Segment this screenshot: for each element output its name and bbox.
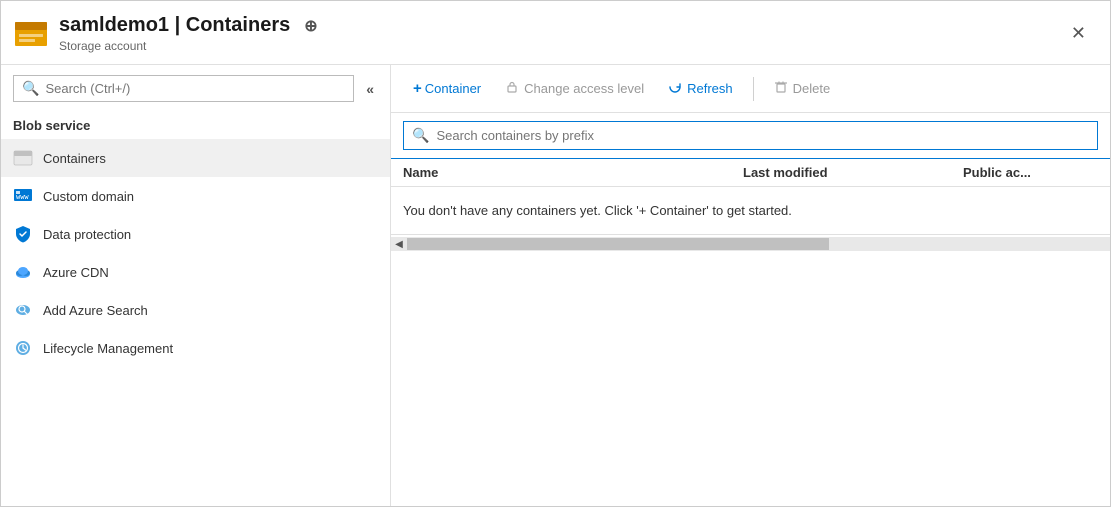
close-button[interactable]: ✕ <box>1063 19 1094 48</box>
sidebar-item-data-protection[interactable]: Data protection <box>1 215 390 253</box>
sidebar-item-azure-cdn[interactable]: Azure CDN <box>1 253 390 291</box>
table-header: Name Last modified Public ac... <box>391 159 1110 187</box>
right-panel: + Container Change access level <box>391 65 1110 506</box>
sidebar-item-add-azure-search-label: Add Azure Search <box>43 303 148 318</box>
sidebar-collapse-button[interactable]: « <box>360 77 380 101</box>
sidebar-item-add-azure-search[interactable]: Add Azure Search <box>1 291 390 329</box>
toolbar: + Container Change access level <box>391 65 1110 113</box>
refresh-icon <box>668 80 682 97</box>
account-name: samldemo1 | Containers <box>59 14 290 37</box>
content-search-icon: 🔍 <box>412 127 429 144</box>
main-window: samldemo1 | Containers ⊕ Storage account… <box>0 0 1111 507</box>
column-access-header: Public ac... <box>963 165 1031 180</box>
column-name-header: Name <box>403 165 743 180</box>
change-access-label: Change access level <box>524 81 644 96</box>
gear-clock-icon <box>13 338 33 358</box>
empty-state: You don't have any containers yet. Click… <box>391 187 1110 234</box>
change-access-button[interactable]: Change access level <box>495 75 654 102</box>
content-search-box[interactable]: 🔍 <box>403 121 1098 150</box>
lock-icon <box>505 80 519 97</box>
sidebar-search-box[interactable]: 🔍 <box>13 75 354 102</box>
sidebar-item-azure-cdn-label: Azure CDN <box>43 265 109 280</box>
scroll-thumb[interactable] <box>407 238 829 250</box>
scroll-track[interactable] <box>407 237 1110 251</box>
scroll-left-button[interactable]: ◀ <box>391 237 407 251</box>
search-cloud-icon <box>13 300 33 320</box>
delete-label: Delete <box>793 81 831 96</box>
containers-icon <box>13 148 33 168</box>
add-container-button[interactable]: + Container <box>403 75 491 102</box>
shield-icon <box>13 224 33 244</box>
svg-text:www: www <box>16 193 29 201</box>
content-search-input[interactable] <box>436 128 1089 143</box>
empty-state-message: You don't have any containers yet. Click… <box>403 203 792 218</box>
title-bar-subtitle: Storage account <box>59 39 1051 53</box>
cloud-icon <box>13 262 33 282</box>
pin-icon[interactable]: ⊕ <box>304 16 317 36</box>
sidebar-item-lifecycle-management[interactable]: Lifecycle Management <box>1 329 390 367</box>
title-bar-text: samldemo1 | Containers ⊕ Storage account <box>59 14 1051 53</box>
sidebar-scroll: Blob service Containers <box>1 110 390 506</box>
sidebar-search-input[interactable] <box>45 81 345 96</box>
title-bar-title: samldemo1 | Containers ⊕ <box>59 14 1051 37</box>
globe-icon: www <box>13 186 33 206</box>
toolbar-divider <box>753 77 754 101</box>
sidebar: 🔍 « Blob service Containers <box>1 65 391 506</box>
sidebar-search-row: 🔍 « <box>1 65 390 110</box>
sidebar-item-custom-domain[interactable]: www Custom domain <box>1 177 390 215</box>
delete-button[interactable]: Delete <box>764 75 841 102</box>
sidebar-item-custom-domain-label: Custom domain <box>43 189 134 204</box>
app-icon <box>13 16 49 52</box>
refresh-label: Refresh <box>687 81 733 96</box>
title-bar: samldemo1 | Containers ⊕ Storage account… <box>1 1 1110 65</box>
sidebar-item-lifecycle-management-label: Lifecycle Management <box>43 341 173 356</box>
sidebar-item-data-protection-label: Data protection <box>43 227 131 242</box>
delete-icon <box>774 80 788 97</box>
sidebar-section-label: Blob service <box>1 110 390 139</box>
sidebar-item-containers[interactable]: Containers <box>1 139 390 177</box>
content-search-row: 🔍 <box>391 113 1110 159</box>
plus-icon: + <box>413 80 422 97</box>
refresh-button[interactable]: Refresh <box>658 75 743 102</box>
search-icon: 🔍 <box>22 80 39 97</box>
main-content: 🔍 « Blob service Containers <box>1 65 1110 506</box>
column-modified-header: Last modified <box>743 165 963 180</box>
horizontal-scrollbar[interactable]: ◀ <box>391 234 1110 253</box>
add-container-label: Container <box>425 81 481 96</box>
sidebar-item-containers-label: Containers <box>43 151 106 166</box>
